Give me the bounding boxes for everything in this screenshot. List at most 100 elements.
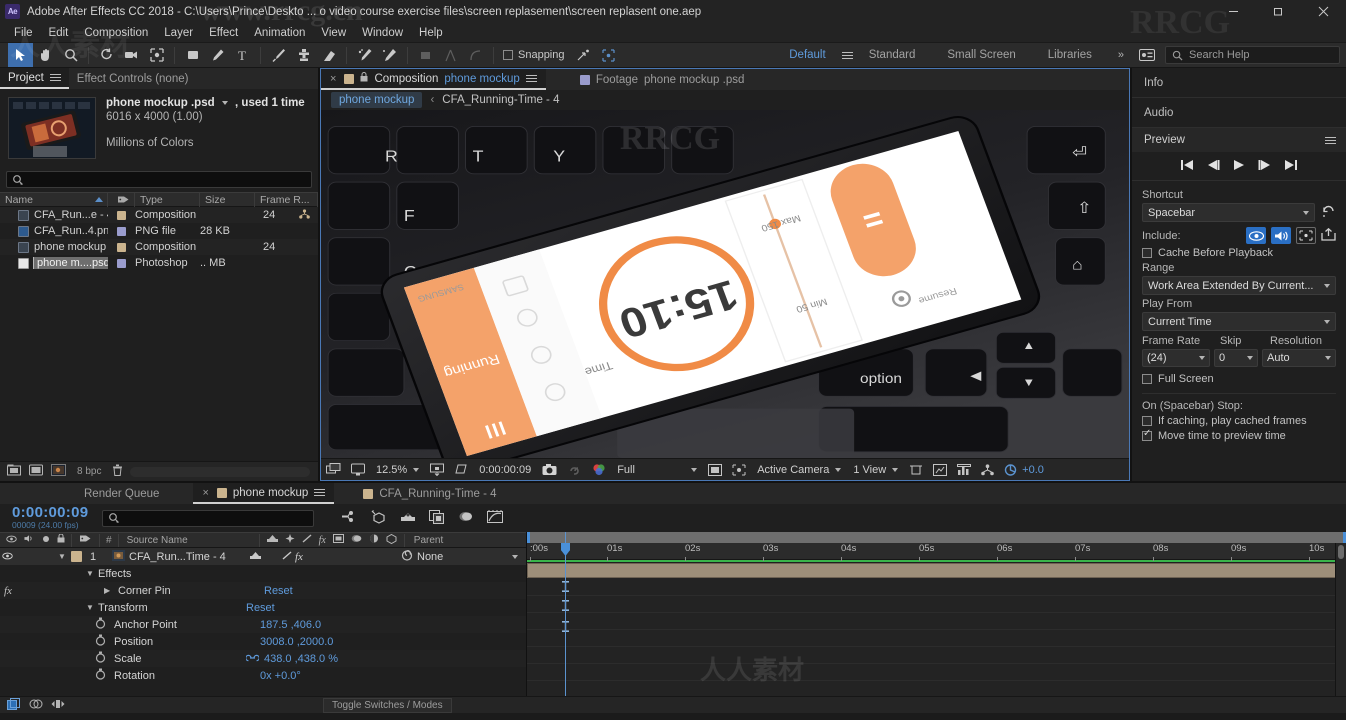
previous-frame-button[interactable] bbox=[1206, 159, 1220, 174]
menu-animation[interactable]: Animation bbox=[246, 25, 313, 41]
brush-tool[interactable] bbox=[266, 43, 291, 67]
table-row[interactable]: fx ▶ Corner Pin Reset bbox=[0, 582, 526, 599]
new-folder-icon[interactable] bbox=[7, 464, 22, 479]
tab-footage-phone-mockup-psd[interactable]: Footage phone mockup .psd bbox=[571, 69, 754, 90]
camera-view-dropdown[interactable]: Active Camera bbox=[751, 464, 847, 476]
stopwatch-icon[interactable] bbox=[0, 634, 114, 649]
snap-target-icon[interactable] bbox=[571, 43, 596, 67]
exposure-icon[interactable] bbox=[999, 459, 1022, 481]
composition-viewer[interactable]: RTY FC ⏎ ⇧⌂ ◀ ▲▼ ▶ option bbox=[321, 110, 1129, 458]
comp-flowchart-icon[interactable] bbox=[976, 459, 999, 481]
viewer-timecode[interactable]: 0:00:00:09 bbox=[473, 464, 537, 476]
workspace-small-screen[interactable]: Small Screen bbox=[931, 49, 1031, 61]
draft-3d-icon[interactable] bbox=[371, 509, 387, 527]
bit-depth-label[interactable]: 8 bpc bbox=[73, 466, 105, 477]
corner-pin-twirl-icon[interactable]: ▶ bbox=[104, 586, 118, 595]
breadcrumb-root[interactable]: phone mockup bbox=[331, 92, 423, 108]
property-value[interactable]: 0x +0.0° bbox=[260, 670, 301, 682]
next-frame-button[interactable] bbox=[1258, 159, 1272, 174]
time-ruler[interactable]: :00s 01s 02s 03s 04s 05s 06s 07s 08s 09s… bbox=[527, 543, 1346, 561]
column-label-swatch[interactable] bbox=[108, 192, 135, 207]
resolution-dropdown-preview[interactable]: Auto bbox=[1262, 349, 1336, 367]
timeline-search-input[interactable] bbox=[102, 509, 315, 527]
tab-effect-controls[interactable]: Effect Controls (none) bbox=[69, 68, 197, 89]
include-audio-icon[interactable] bbox=[1271, 227, 1291, 244]
resolution-region-icon[interactable] bbox=[425, 459, 449, 481]
camera-tool[interactable] bbox=[119, 43, 144, 67]
if-caching-row[interactable]: If caching, play cached frames bbox=[1142, 415, 1336, 427]
full-screen-checkbox[interactable] bbox=[1142, 374, 1152, 384]
composition-mini-flowchart-icon[interactable] bbox=[342, 510, 358, 526]
timeline-track-area[interactable]: :00s 01s 02s 03s 04s 05s 06s 07s 08s 09s… bbox=[527, 532, 1346, 696]
project-panel-menu-icon[interactable] bbox=[49, 72, 61, 83]
lock-icon[interactable] bbox=[360, 72, 368, 85]
workspace-menu-icon[interactable] bbox=[841, 50, 853, 61]
timeline-vertical-scrollbar[interactable] bbox=[1335, 543, 1346, 696]
list-item[interactable]: CFA_Run..4.png PNG file 28 KB bbox=[0, 223, 318, 239]
fast-preview-icon[interactable] bbox=[928, 459, 952, 481]
table-row[interactable]: ▼ Effects bbox=[0, 565, 526, 582]
monitor-icon[interactable] bbox=[346, 459, 370, 481]
property-label[interactable]: Corner Pin bbox=[118, 585, 264, 597]
work-area-bar[interactable] bbox=[527, 532, 1346, 543]
link-scale-icon[interactable] bbox=[245, 653, 260, 665]
roto-brush-tool[interactable] bbox=[352, 43, 377, 67]
menu-edit[interactable]: Edit bbox=[41, 25, 77, 41]
property-label[interactable]: Transform bbox=[98, 602, 246, 614]
close-tab-icon[interactable]: × bbox=[330, 73, 336, 85]
first-frame-button[interactable] bbox=[1180, 159, 1194, 174]
pixel-aspect-icon[interactable] bbox=[904, 459, 928, 481]
menu-window[interactable]: Window bbox=[354, 25, 411, 41]
parent-column-header[interactable]: Parent bbox=[405, 535, 443, 546]
table-row[interactable]: Position 3008.0 ,2000.0 bbox=[0, 633, 526, 650]
layer-switches-icon[interactable] bbox=[7, 697, 21, 713]
toggle-masks-icon[interactable] bbox=[727, 459, 751, 481]
tab-timeline-phone-mockup[interactable]: × phone mockup bbox=[193, 483, 335, 504]
tab-info[interactable]: Info bbox=[1132, 68, 1346, 98]
menu-view[interactable]: View bbox=[313, 25, 354, 41]
list-item[interactable]: phone mockup Composition 24 bbox=[0, 239, 318, 255]
menu-composition[interactable]: Composition bbox=[76, 25, 156, 41]
last-frame-button[interactable] bbox=[1284, 159, 1298, 174]
transparency-grid-icon[interactable] bbox=[703, 459, 727, 481]
table-row[interactable]: ▼ 1 CFA_Run...Time - 4 fx None bbox=[0, 548, 526, 565]
preview-panel-menu-icon[interactable] bbox=[1325, 135, 1336, 146]
workspace-standard[interactable]: Standard bbox=[853, 49, 932, 61]
label-swatch[interactable] bbox=[117, 226, 126, 236]
pen-tool[interactable] bbox=[205, 43, 230, 67]
layer-effects-switch[interactable]: fx bbox=[295, 551, 313, 563]
label-swatch[interactable] bbox=[117, 210, 126, 220]
layer-duration-bar[interactable] bbox=[527, 563, 1346, 578]
keyframe-track-area[interactable] bbox=[527, 578, 1346, 696]
asset-dropdown-icon[interactable] bbox=[221, 100, 228, 105]
list-item[interactable]: phone m....psd Photoshop .. MB bbox=[0, 255, 318, 271]
always-preview-icon[interactable] bbox=[321, 459, 346, 481]
workspace-overflow-icon[interactable]: » bbox=[1108, 49, 1134, 61]
source-name-column-header[interactable]: Source Name bbox=[119, 535, 259, 546]
export-preview-icon[interactable] bbox=[1321, 227, 1336, 244]
column-frame-rate[interactable]: Frame R... bbox=[255, 192, 318, 207]
property-value[interactable]: Reset bbox=[264, 585, 293, 597]
shape-tool[interactable] bbox=[180, 43, 205, 67]
timeline-panel-menu-icon[interactable] bbox=[314, 487, 326, 498]
exposure-value[interactable]: +0.0 bbox=[1022, 464, 1050, 476]
tab-project[interactable]: Project bbox=[0, 68, 69, 89]
eraser-tool[interactable] bbox=[316, 43, 341, 67]
composition-panel-menu-icon[interactable] bbox=[525, 73, 537, 84]
frame-rate-dropdown[interactable]: (24) bbox=[1142, 349, 1210, 367]
type-tool[interactable]: T bbox=[230, 43, 255, 67]
skip-dropdown[interactable]: 0 bbox=[1214, 349, 1258, 367]
property-label[interactable]: Rotation bbox=[114, 670, 260, 682]
shortcut-dropdown[interactable]: Spacebar bbox=[1142, 203, 1315, 222]
include-overlays-icon[interactable] bbox=[1296, 227, 1316, 244]
current-time-display[interactable]: 0:00:00:09 bbox=[12, 505, 88, 520]
property-value[interactable]: Reset bbox=[246, 602, 275, 614]
property-value[interactable]: 3008.0 ,2000.0 bbox=[260, 636, 333, 648]
resolution-dropdown[interactable]: Full bbox=[611, 464, 703, 476]
delete-icon[interactable] bbox=[112, 464, 123, 479]
selection-tool[interactable] bbox=[8, 43, 33, 67]
maximize-button[interactable] bbox=[1256, 0, 1301, 23]
pan-behind-tool[interactable] bbox=[144, 43, 169, 67]
snapping-control[interactable]: Snapping bbox=[503, 49, 565, 61]
motion-blur-icon[interactable] bbox=[458, 510, 474, 526]
